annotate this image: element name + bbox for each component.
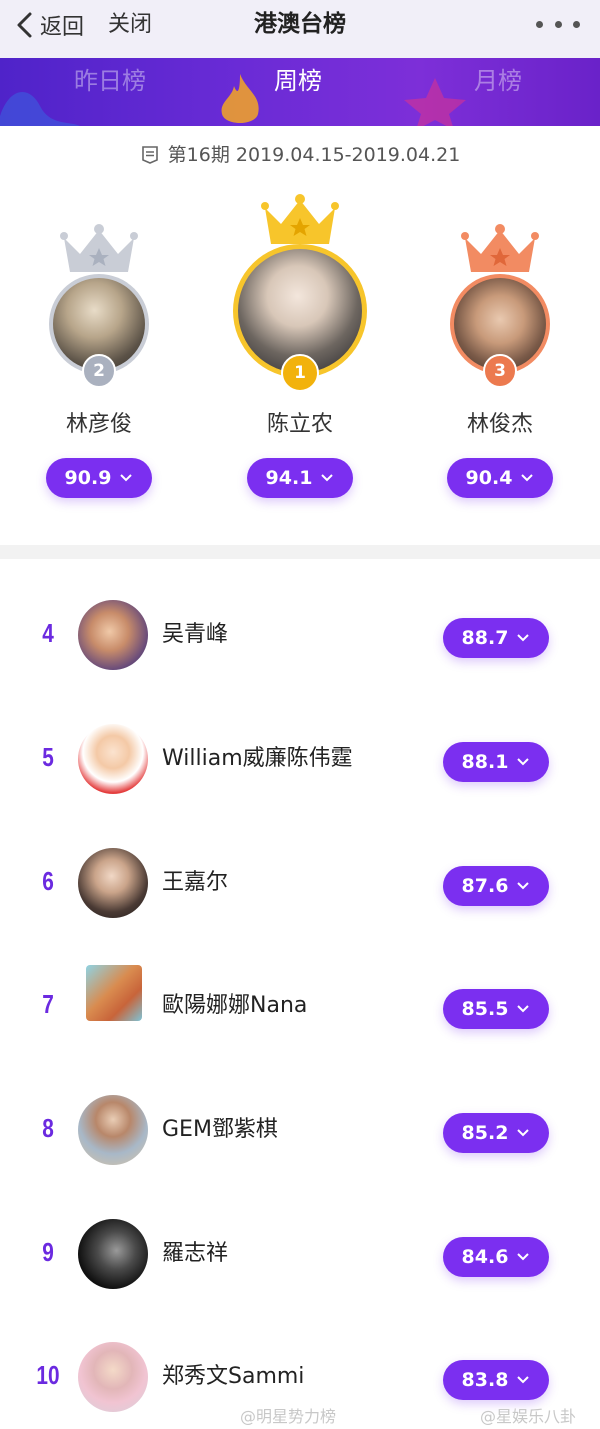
list-item[interactable]: 8 GEM鄧紫棋 85.2 [0, 1081, 600, 1181]
score-button[interactable]: 85.5 [443, 989, 549, 1029]
podium-name: 林彦俊 [65, 412, 132, 437]
list-item[interactable]: 4 吴青峰 88.7 [0, 586, 600, 686]
podium-rank-1[interactable]: 1 陈立农 94.1 [215, 192, 385, 510]
podium-rank-3[interactable]: 3 林俊杰 90.4 [415, 220, 585, 510]
section-divider [0, 545, 600, 559]
chevron-down-icon [517, 758, 530, 766]
avatar[interactable] [78, 724, 148, 794]
avatar[interactable] [78, 1219, 148, 1289]
bronze-crown-icon [461, 224, 539, 272]
score-button[interactable]: 90.4 [447, 458, 553, 498]
list-rank: 6 [42, 866, 54, 896]
list-rank: 4 [42, 618, 54, 648]
list-name: 郑秀文Sammi [162, 1364, 305, 1389]
list-rank: 8 [42, 1113, 54, 1143]
score-value: 87.6 [461, 875, 509, 897]
list-name: 王嘉尔 [162, 870, 229, 895]
score-button[interactable]: 87.6 [443, 866, 549, 906]
score-button[interactable]: 90.9 [46, 458, 152, 498]
score-button[interactable]: 85.2 [443, 1113, 549, 1153]
chevron-down-icon [321, 474, 334, 482]
list-item[interactable]: 7 歐陽娜娜Nana 85.5 [0, 957, 600, 1057]
score-value: 85.5 [461, 998, 509, 1020]
podium-rank-2[interactable]: 2 林彦俊 90.9 [14, 220, 184, 510]
list-name: 歐陽娜娜Nana [162, 993, 308, 1018]
list-name: William威廉陈伟霆 [162, 746, 353, 771]
tab-bar: 昨日榜 周榜 月榜 [0, 58, 600, 126]
rank-badge: 2 [82, 354, 116, 388]
avatar[interactable] [78, 600, 148, 670]
watermark: @星娱乐八卦 [480, 1407, 577, 1426]
avatar[interactable] [78, 1342, 148, 1412]
silver-crown-icon [60, 224, 138, 272]
avatar[interactable] [78, 848, 148, 918]
tab-month[interactable]: 月榜 [418, 58, 578, 108]
period-label: 第16期 2019.04.15-2019.04.21 [0, 140, 600, 167]
list-rank: 10 [36, 1360, 60, 1390]
list-item[interactable]: 9 羅志祥 84.6 [0, 1205, 600, 1305]
list-name: 羅志祥 [162, 1241, 229, 1266]
avatar[interactable] [86, 965, 142, 1021]
calendar-icon [141, 145, 158, 164]
score-value: 88.7 [461, 627, 509, 649]
nav-bar: 返回 关闭 港澳台榜 [0, 0, 600, 58]
period-text: 第16期 2019.04.15-2019.04.21 [167, 144, 461, 166]
list-rank: 9 [42, 1237, 54, 1267]
rank-badge: 1 [281, 354, 319, 392]
score-value: 90.9 [64, 467, 112, 489]
list-name: 吴青峰 [162, 622, 229, 647]
podium-name: 林俊杰 [466, 412, 533, 437]
rank-badge: 3 [483, 354, 517, 388]
score-value: 85.2 [461, 1122, 509, 1144]
chevron-down-icon [517, 1253, 530, 1261]
score-button[interactable]: 84.6 [443, 1237, 549, 1277]
page-title: 港澳台榜 [254, 11, 346, 37]
list-item[interactable]: 6 王嘉尔 87.6 [0, 834, 600, 934]
score-button[interactable]: 94.1 [247, 458, 353, 498]
score-button[interactable]: 88.7 [443, 618, 549, 658]
chevron-down-icon [517, 1376, 530, 1384]
score-value: 83.8 [461, 1369, 509, 1391]
more-dots-icon[interactable] [536, 14, 580, 34]
chevron-down-icon [517, 1005, 530, 1013]
chevron-down-icon [517, 882, 530, 890]
watermark: @明星势力榜 [240, 1407, 337, 1426]
score-value: 84.6 [461, 1246, 509, 1268]
gold-crown-icon [261, 194, 339, 244]
score-value: 90.4 [465, 467, 513, 489]
podium-name: 陈立农 [266, 412, 333, 437]
chevron-down-icon [521, 474, 534, 482]
chevron-down-icon [120, 474, 133, 482]
list-name: GEM鄧紫棋 [162, 1117, 278, 1142]
score-button[interactable]: 88.1 [443, 742, 549, 782]
score-button[interactable]: 83.8 [443, 1360, 549, 1400]
list-rank: 7 [42, 989, 54, 1019]
avatar[interactable] [78, 1095, 148, 1165]
score-value: 88.1 [461, 751, 509, 773]
tab-yesterday[interactable]: 昨日榜 [30, 58, 190, 108]
tab-week[interactable]: 周榜 [218, 58, 378, 108]
list-rank: 5 [42, 742, 54, 772]
list-item[interactable]: 5 William威廉陈伟霆 88.1 [0, 710, 600, 810]
chevron-down-icon [517, 634, 530, 642]
chevron-down-icon [517, 1129, 530, 1137]
score-value: 94.1 [265, 467, 313, 489]
